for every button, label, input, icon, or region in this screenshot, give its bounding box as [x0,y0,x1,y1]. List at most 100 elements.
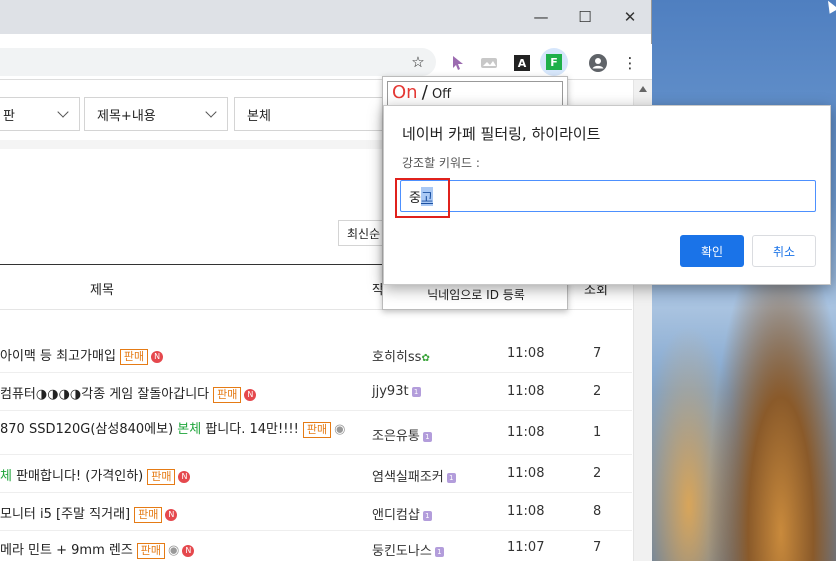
close-button[interactable]: ✕ [617,6,643,28]
keyword-prompt-dialog: 네이버 카페 필터링, 하이라이트 강조할 키워드 : 중고 확인 취소 [383,105,831,285]
table-row[interactable]: 컴퓨터◑◑◑◑각종 게임 잘돌아갑니다 판매 N jjy93t 1 11:08 2 [0,373,632,411]
author-name[interactable]: jjy93t 1 [372,384,421,399]
filter-extension-icon[interactable]: F [540,48,568,76]
sort-select[interactable]: 최신순 [338,220,388,246]
view-count: 7 [593,346,602,361]
off-option[interactable]: Off [432,87,451,102]
table-row[interactable]: 870 SSD120G(삼성840에보) 본체 팝니다. 14만!!!! 판매 ◉ … [0,411,632,455]
view-count: 7 [593,540,602,555]
profile-avatar-icon[interactable] [587,52,609,74]
keyword-input[interactable]: 본체 [234,97,394,131]
article-title[interactable]: 체 판매합니다! (가격인하) 판매 N [0,465,191,485]
sprout-icon: ✿ [421,353,430,364]
ok-button[interactable]: 확인 [680,235,744,267]
author-text: jjy93t [372,384,409,399]
post-time: 11:08 [507,504,545,519]
cancel-button[interactable]: 취소 [752,235,816,267]
author-name[interactable]: 둥킨도나스 1 [372,540,444,559]
article-title-text: 판매합니다! (가격인하) [11,469,144,484]
minimize-button[interactable]: — [528,6,554,28]
article-title-text: 메라 민트 + 9mm 렌즈 [0,543,133,558]
sale-tag: 판매 [134,506,163,523]
header-title: 제목 [90,283,114,298]
dialog-prompt-label: 강조할 키워드 : [402,156,480,170]
article-title-text: 아이맥 등 최고가매입 [0,349,116,364]
table-row[interactable]: 체 판매합니다! (가격인하) 판매 N 염색실패조커 1 11:08 2 [0,455,632,493]
view-count: 2 [593,384,602,399]
photo-icon: ◉ [168,543,180,558]
table-row[interactable]: 아이맥 등 최고가매입 판매 N 호히히ss✿ 11:08 7 [0,335,632,373]
chevron-down-icon [57,106,69,118]
browser-menu-icon[interactable]: ⋮ [619,52,641,74]
scroll-up-arrow-icon[interactable] [639,86,647,92]
member-level-icon: 1 [422,510,432,521]
filter-extension-label: F [546,54,562,70]
keyword-input-value: 본체 [247,108,271,124]
font-extension-label: A [514,55,530,71]
sort-select-label: 최신순 [347,226,381,241]
article-title-text: 팝니다. 14만!!!! [201,422,299,437]
register-nickname-button[interactable]: 닉네임으로 ID 등록 [397,283,555,305]
author-name[interactable]: 조은유통 1 [372,425,432,444]
board-select[interactable]: 판 [0,97,80,131]
member-level-icon: 1 [422,431,432,442]
chevron-down-icon [205,106,217,118]
table-row[interactable]: 모니터 i5 [주말 직거래] 판매 N 앤디컴샵 1 11:08 8 [0,493,632,531]
author-name[interactable]: 앤디컴샵 1 [372,504,432,523]
article-title[interactable]: 모니터 i5 [주말 직거래] 판매 N [0,503,178,523]
font-extension-icon[interactable]: A [511,52,533,74]
author-text: 앤디컴샵 [372,508,420,523]
bookmark-star-icon[interactable]: ☆ [407,51,429,73]
new-badge-icon: N [244,388,257,401]
author-text: 조은유통 [372,429,420,444]
article-title[interactable]: 870 SSD120G(삼성840에보) 본체 팝니다. 14만!!!! 판매 ◉ [0,418,345,438]
new-badge-icon: N [151,350,164,363]
article-title-text: 모니터 i5 [주말 직거래] [0,507,131,522]
dialog-title: 네이버 카페 필터링, 하이라이트 [402,125,601,143]
author-text: 염색실패조커 [372,470,444,485]
table-row[interactable]: 메라 민트 + 9mm 렌즈 판매 ◉ N 둥킨도나스 1 11:07 7 [0,531,632,561]
author-text: 둥킨도나스 [372,544,432,559]
new-badge-icon: N [178,470,191,483]
view-count: 2 [593,466,602,481]
post-time: 11:08 [507,425,545,440]
keyword-highlight: 체 [0,469,12,484]
annotation-highlight-box [395,178,450,218]
article-title[interactable]: 메라 민트 + 9mm 렌즈 판매 ◉ N [0,539,195,559]
post-time: 11:07 [507,540,545,555]
view-count: 1 [593,425,602,440]
sale-tag: 판매 [302,421,332,438]
keyword-input-field[interactable]: 중고 [400,180,816,212]
member-level-icon: 1 [446,472,456,483]
article-title-text: 870 SSD120G(삼성840에보) [0,422,178,437]
new-badge-icon: N [182,544,195,557]
author-name[interactable]: 호히히ss✿ [372,346,430,365]
title-bar: — ☐ ✕ [0,0,651,34]
address-bar[interactable] [0,48,436,76]
author-text: 호히히ss [372,350,422,365]
search-field-select[interactable]: 제목+내용 [84,97,228,131]
toggle-separator: / [421,82,428,103]
image-extension-icon[interactable] [478,52,500,74]
member-level-icon: 1 [434,546,444,557]
sale-tag: 판매 [147,468,176,485]
sale-tag: 판매 [213,386,242,403]
article-title-text: 컴퓨터◑◑◑◑각종 게임 잘돌아갑니다 [0,387,210,402]
post-time: 11:08 [507,384,545,399]
on-off-toggle[interactable]: On / Off [387,81,563,107]
on-option[interactable]: On [392,82,418,103]
author-name[interactable]: 염색실패조커 1 [372,466,456,485]
keyword-highlight: 본체 [177,422,202,437]
cursor-extension-icon[interactable] [447,52,469,74]
article-title[interactable]: 컴퓨터◑◑◑◑각종 게임 잘돌아갑니다 판매 N [0,383,257,403]
new-badge-icon: N [165,508,178,521]
post-time: 11:08 [507,466,545,481]
board-select-label: 판 [3,108,15,124]
sale-tag: 판매 [119,348,149,365]
photo-icon: ◉ [334,422,346,437]
search-field-select-label: 제목+내용 [97,108,156,124]
article-title[interactable]: 아이맥 등 최고가매입 판매 N [0,345,164,365]
sale-tag: 판매 [136,542,166,559]
view-count: 8 [593,504,602,519]
maximize-button[interactable]: ☐ [572,6,598,28]
